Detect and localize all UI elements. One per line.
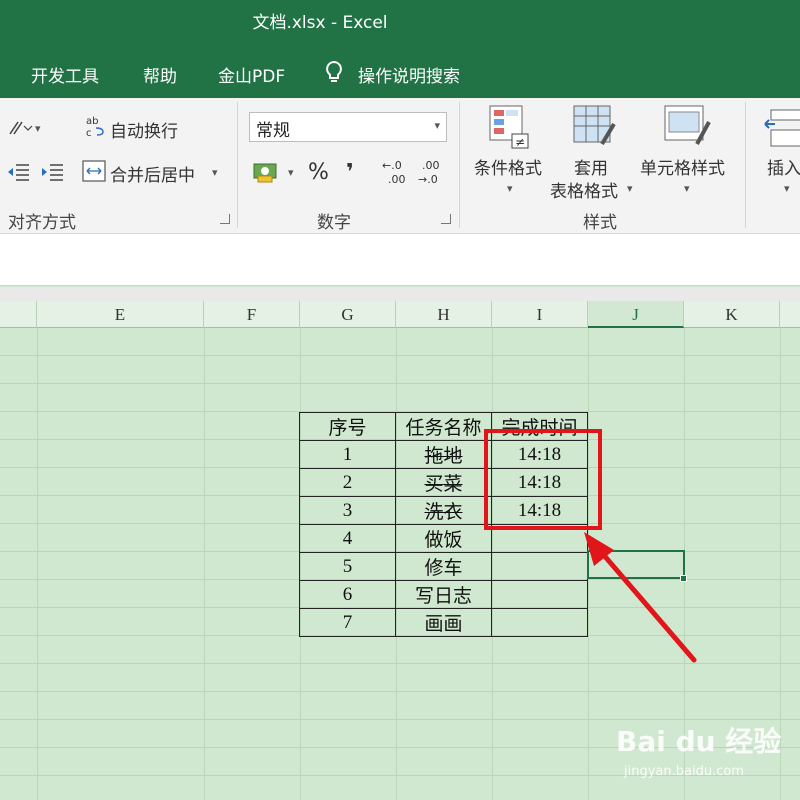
chevron-down-icon: ▾ xyxy=(434,119,440,132)
number-format-select[interactable]: 常规 ▾ xyxy=(249,112,447,142)
formula-gap xyxy=(0,287,800,301)
cell-task[interactable]: 洗衣 xyxy=(395,496,492,525)
cell-task[interactable]: 买菜 xyxy=(395,468,492,497)
column-header-h[interactable]: H xyxy=(396,301,492,328)
column-header-partial[interactable] xyxy=(0,301,37,328)
insert-cells-icon[interactable] xyxy=(763,106,800,150)
svg-text:c: c xyxy=(86,128,92,138)
baidu-logo: Bai du 经验 xyxy=(616,725,782,758)
svg-text:≠: ≠ xyxy=(515,135,525,149)
currency-dropdown-icon[interactable]: ▾ xyxy=(288,166,294,179)
alignment-launcher-icon[interactable] xyxy=(220,214,230,224)
column-header-f[interactable]: F xyxy=(204,301,300,328)
column-header-i[interactable]: I xyxy=(492,301,588,328)
grid-line xyxy=(204,328,205,800)
svg-text:ab: ab xyxy=(86,116,98,127)
watermark-url: jingyan.baidu.com xyxy=(624,764,744,779)
conditional-format-button[interactable]: 条件格式 xyxy=(474,154,542,179)
cell-styles-button[interactable]: 单元格样式 xyxy=(640,154,725,179)
header-cell-task[interactable]: 任务名称 xyxy=(395,412,492,441)
svg-text:.00: .00 xyxy=(388,173,406,186)
highlight-box xyxy=(484,429,602,530)
increase-indent-icon[interactable] xyxy=(40,162,64,182)
chevron-down-icon[interactable]: ▾ xyxy=(507,182,513,195)
increase-decimal-icon[interactable]: ←.0 .00 xyxy=(382,158,412,186)
group-separator xyxy=(459,102,460,228)
currency-icon[interactable] xyxy=(252,160,280,184)
format-as-table-icon[interactable] xyxy=(572,104,616,150)
ribbon: ▾ ab c 自动换行 合并后居中 ▾ 对齐方式 常规 ▾ ▾ % ❜ ←.0 … xyxy=(0,98,800,234)
column-header-row: E F G H I J K xyxy=(0,301,800,328)
cell-no[interactable]: 4 xyxy=(299,524,396,553)
cell-no[interactable]: 5 xyxy=(299,552,396,581)
table-row: 5 修车 xyxy=(299,552,588,581)
wrap-text-icon[interactable]: ab c xyxy=(84,114,106,138)
svg-text:.00: .00 xyxy=(422,159,440,172)
tab-developer[interactable]: 开发工具 xyxy=(31,62,99,87)
cell-no[interactable]: 7 xyxy=(299,608,396,637)
number-format-value: 常规 xyxy=(256,121,290,141)
styles-group-label: 样式 xyxy=(583,213,617,233)
merge-center-button[interactable]: 合并后居中 xyxy=(110,161,195,186)
column-header-e[interactable]: E xyxy=(37,301,204,328)
tab-kingsoft-pdf[interactable]: 金山PDF xyxy=(218,62,285,87)
column-header-k[interactable]: K xyxy=(684,301,780,328)
tell-me-search[interactable]: 操作说明搜索 xyxy=(358,62,460,87)
formula-bar[interactable] xyxy=(0,234,800,286)
number-group-label: 数字 xyxy=(317,213,351,233)
cell-no[interactable]: 6 xyxy=(299,580,396,609)
grid-line xyxy=(37,328,38,800)
cell-task[interactable]: 画画 xyxy=(395,608,492,637)
decrease-decimal-icon[interactable]: .00 →.0 xyxy=(418,158,448,186)
group-separator xyxy=(237,102,238,228)
number-launcher-icon[interactable] xyxy=(441,214,451,224)
table-row: 6 写日志 xyxy=(299,580,588,609)
cell-task[interactable]: 写日志 xyxy=(395,580,492,609)
column-header-g[interactable]: G xyxy=(300,301,396,328)
svg-text:←.0: ←.0 xyxy=(382,159,402,172)
merge-dropdown-icon[interactable]: ▾ xyxy=(212,166,218,179)
format-as-table-label-2[interactable]: 表格格式 xyxy=(550,177,618,202)
cell-styles-icon[interactable] xyxy=(663,104,711,150)
percent-button[interactable]: % xyxy=(308,160,329,185)
header-cell-no[interactable]: 序号 xyxy=(299,412,396,441)
chevron-down-icon[interactable]: ▾ xyxy=(627,182,633,195)
merge-center-icon[interactable] xyxy=(82,160,106,182)
conditional-format-icon[interactable]: ≠ xyxy=(488,104,532,150)
red-arrow-icon xyxy=(584,532,697,663)
cell-task[interactable]: 做饭 xyxy=(395,524,492,553)
cell-task[interactable]: 修车 xyxy=(395,552,492,581)
comma-button[interactable]: ❜ xyxy=(346,160,354,185)
tab-help[interactable]: 帮助 xyxy=(143,62,177,87)
chevron-down-icon[interactable]: ▾ xyxy=(684,182,690,195)
group-separator xyxy=(745,102,746,228)
svg-text:→.0: →.0 xyxy=(418,173,438,186)
insert-button[interactable]: 插入 xyxy=(767,154,800,179)
table-row: 7 画画 xyxy=(299,608,588,637)
title-bar: 文档.xlsx - Excel xyxy=(0,0,800,48)
format-as-table-label-1[interactable]: 套用 xyxy=(574,154,608,179)
ribbon-tabs: 开发工具 帮助 金山PDF 操作说明搜索 xyxy=(0,48,800,98)
alignment-group-label: 对齐方式 xyxy=(8,213,76,233)
window-title: 文档.xlsx - Excel xyxy=(252,13,388,33)
lightbulb-icon xyxy=(326,60,342,82)
decrease-indent-icon[interactable] xyxy=(6,162,30,182)
wrap-text-button[interactable]: 自动换行 xyxy=(110,117,178,142)
cell-no[interactable]: 2 xyxy=(299,468,396,497)
orientation-icon[interactable] xyxy=(8,118,34,138)
cell-no[interactable]: 3 xyxy=(299,496,396,525)
chevron-down-icon[interactable]: ▾ xyxy=(35,122,41,135)
cell-no[interactable]: 1 xyxy=(299,440,396,469)
cell-task[interactable]: 拖地 xyxy=(395,440,492,469)
chevron-down-icon[interactable]: ▾ xyxy=(784,182,790,195)
column-header-j[interactable]: J xyxy=(588,301,684,328)
